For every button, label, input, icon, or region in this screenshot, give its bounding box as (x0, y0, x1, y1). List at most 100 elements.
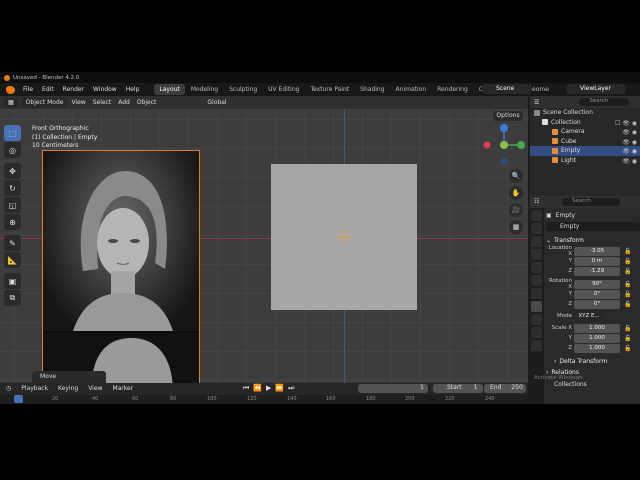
last-operator-panel[interactable]: Move (32, 371, 106, 383)
rotation-z-field[interactable]: 0° (574, 299, 620, 309)
blender-menu-icon[interactable] (6, 85, 15, 94)
collection-tab-icon[interactable] (531, 288, 542, 299)
menu-keying[interactable]: Keying (58, 385, 78, 392)
frame-ruler[interactable]: 0 20 40 60 80 100 120 140 160 180 200 22… (0, 395, 528, 404)
select-box-tool-icon[interactable]: ⬚ (4, 125, 21, 141)
menu-select[interactable]: Select (93, 99, 112, 106)
object-tab-icon[interactable] (531, 301, 542, 312)
lock-icon[interactable]: 🔓 (624, 291, 631, 298)
jump-start-icon[interactable]: ⏮ (243, 384, 249, 393)
location-x-field[interactable]: -3.05 (574, 246, 620, 256)
menu-help[interactable]: Help (126, 86, 140, 93)
properties-editor-icon[interactable]: ☷ (534, 198, 539, 205)
current-frame-field[interactable]: 1 (358, 384, 428, 393)
view-layer-tab-icon[interactable] (531, 249, 542, 260)
outliner-row-collection[interactable]: Collection ☐ 👁 ◉ (530, 118, 640, 128)
end-frame-field[interactable]: End 250 (484, 384, 526, 393)
menu-playback[interactable]: Playback (21, 385, 48, 392)
visibility-eye-icon[interactable]: ☐ 👁 ◉ (615, 120, 637, 127)
outliner-row-scene-collection[interactable]: Scene Collection (530, 108, 640, 118)
data-tab-icon[interactable] (531, 340, 542, 351)
playhead[interactable] (14, 395, 23, 403)
tab-uv-editing[interactable]: UV Editing (263, 84, 304, 95)
object-name-field[interactable]: Empty (546, 222, 640, 231)
tab-animation[interactable]: Animation (391, 84, 432, 95)
menu-file[interactable]: File (23, 86, 33, 93)
lock-icon[interactable]: 🔓 (624, 248, 631, 255)
options-button[interactable]: Options (493, 111, 523, 121)
pan-hand-icon[interactable]: ✋ (509, 186, 523, 200)
transform-orientation[interactable]: Global (207, 99, 226, 106)
location-z-field[interactable]: -1.29 (574, 266, 620, 276)
menu-render[interactable]: Render (63, 86, 84, 93)
visibility-eye-icon[interactable]: 👁 ◉ (622, 139, 637, 146)
outliner-editor-icon[interactable]: ☰ (534, 99, 539, 106)
next-key-icon[interactable]: ⏩ (275, 384, 284, 393)
empty-object-icon[interactable] (336, 229, 352, 245)
outliner-row-light[interactable]: Light 👁 ◉ (530, 156, 640, 166)
play-icon[interactable]: ▶ (266, 384, 271, 393)
location-y-field[interactable]: 0 m (574, 256, 620, 266)
rotate-tool-icon[interactable]: ↻ (4, 180, 21, 196)
menu-edit[interactable]: Edit (42, 86, 54, 93)
rotation-mode-select[interactable]: XYZ E... (574, 311, 604, 321)
menu-add[interactable]: Add (118, 99, 130, 106)
outliner-search-input[interactable]: Search (579, 98, 630, 106)
lock-icon[interactable]: 🔓 (624, 268, 631, 275)
outliner-row-cube[interactable]: Cube 👁 ◉ (530, 137, 640, 147)
measure-tool-icon[interactable]: 📐 (4, 252, 21, 268)
scale-x-field[interactable]: 1.000 (574, 323, 620, 333)
outliner-row-empty[interactable]: Empty 👁 ◉ (530, 146, 640, 156)
collections-header[interactable]: Collections (554, 381, 587, 388)
tab-rendering[interactable]: Rendering (432, 84, 473, 95)
add-object-tool-icon[interactable]: ⧉ (4, 290, 21, 306)
tool-tab-icon[interactable] (531, 210, 542, 221)
tab-texture-paint[interactable]: Texture Paint (305, 84, 354, 95)
tab-shading[interactable]: Shading (355, 84, 389, 95)
grid-view-icon[interactable]: ▦ (509, 220, 523, 234)
start-frame-field[interactable]: Start 1 (433, 384, 483, 393)
move-tool-icon[interactable]: ✥ (4, 163, 21, 179)
3d-viewport[interactable]: Front Orthographic (1) Collection | Empt… (0, 109, 528, 383)
lock-icon[interactable]: 🔓 (624, 301, 631, 308)
mode-selector[interactable]: Object Mode (21, 97, 68, 108)
lock-icon[interactable]: 🔓 (624, 281, 631, 288)
menu-window[interactable]: Window (93, 86, 117, 93)
navigation-gizmo[interactable] (482, 123, 526, 167)
delta-transform-header[interactable]: › Delta Transform (546, 356, 640, 367)
visibility-eye-icon[interactable]: 👁 ◉ (622, 158, 637, 165)
properties-search-input[interactable]: Search (562, 198, 620, 206)
menu-view[interactable]: View (71, 99, 85, 106)
lock-icon[interactable]: 🔓 (624, 345, 631, 352)
jump-end-icon[interactable]: ⏭ (288, 384, 294, 393)
view-layer-selector[interactable]: ViewLayer (566, 84, 626, 94)
output-tab-icon[interactable] (531, 236, 542, 247)
scene-selector[interactable]: Scene (482, 84, 532, 94)
reference-image[interactable] (42, 150, 200, 383)
physics-tab-icon[interactable] (531, 314, 542, 325)
rotation-x-field[interactable]: 90° (574, 279, 620, 289)
world-tab-icon[interactable] (531, 275, 542, 286)
lock-icon[interactable]: 🔓 (624, 258, 631, 265)
cursor-tool-icon[interactable]: ◎ (4, 142, 21, 158)
annotate-tool-icon[interactable]: ✎ (4, 235, 21, 251)
outliner-row-camera[interactable]: Camera 👁 ◉ (530, 127, 640, 137)
tab-sculpting[interactable]: Sculpting (224, 84, 262, 95)
tab-modeling[interactable]: Modeling (186, 84, 223, 95)
scene-tab-icon[interactable] (531, 262, 542, 273)
tab-layout[interactable]: Layout (154, 84, 185, 95)
menu-timeline-view[interactable]: View (88, 385, 102, 392)
rotation-y-field[interactable]: 0° (574, 289, 620, 299)
constraints-tab-icon[interactable] (531, 327, 542, 338)
add-cube-tool-icon[interactable]: ▣ (4, 273, 21, 289)
lock-icon[interactable]: 🔓 (624, 325, 631, 332)
camera-view-icon[interactable]: 🎥 (509, 203, 523, 217)
editor-type-button[interactable]: ▦ (4, 97, 18, 108)
prev-key-icon[interactable]: ⏪ (253, 384, 262, 393)
menu-object[interactable]: Object (137, 99, 157, 106)
menu-marker[interactable]: Marker (112, 385, 133, 392)
scale-tool-icon[interactable]: ◱ (4, 197, 21, 213)
lock-icon[interactable]: 🔓 (624, 335, 631, 342)
scale-z-field[interactable]: 1.000 (574, 343, 620, 353)
timeline-editor-icon[interactable]: ◷ (6, 385, 11, 392)
